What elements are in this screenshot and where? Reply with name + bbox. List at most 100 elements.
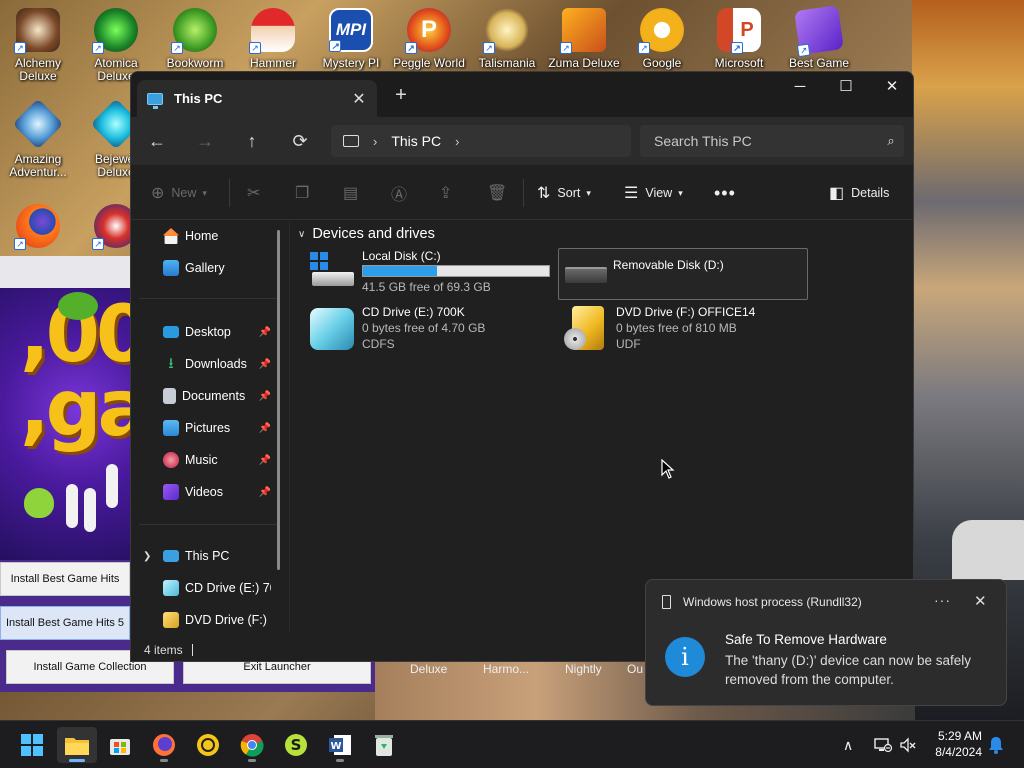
frog-art (58, 292, 98, 320)
taskbar-recycle[interactable] (364, 727, 404, 763)
desktop-shortcut[interactable]: ↗ Google (626, 8, 698, 70)
drive-dvd-f[interactable]: DVD Drive (F:) OFFICE14 0 bytes free of … (562, 304, 808, 356)
chevron-right-icon[interactable]: ❯ (143, 551, 151, 562)
file-explorer-icon (65, 738, 89, 755)
new-button[interactable]: ⊕ New ▾ (151, 179, 207, 207)
drive-removable-disk-d[interactable]: Removable Disk (D:) (558, 248, 808, 300)
more-options-button[interactable]: ••• (714, 179, 736, 207)
disk-usage-fill (363, 266, 438, 276)
volume-button[interactable] (900, 721, 916, 768)
cut-button[interactable]: ✂ (247, 179, 267, 207)
start-button[interactable] (12, 727, 52, 763)
network-button[interactable] (874, 721, 892, 768)
dvd-drive-large-icon (562, 304, 610, 350)
details-button[interactable]: ◧ Details (829, 179, 889, 207)
drive-local-disk-c[interactable]: Local Disk (C:) 41.5 GB free of 69.3 GB (308, 248, 554, 300)
sidebar-item-this-pc[interactable]: ❯ This PC (143, 544, 271, 568)
sidebar-item-music[interactable]: Music 📌 (163, 448, 271, 472)
sidebar-item-dvd-drive[interactable]: ❯ DVD Drive (F:) O (163, 608, 271, 632)
taskbar-store[interactable] (100, 727, 140, 763)
desktop-shortcut[interactable]: ↗ Zuma Deluxe (548, 8, 620, 70)
back-button[interactable]: ← (143, 129, 171, 153)
notification-toast[interactable]: Windows host process (Rundll32) ··· ✕ i … (645, 579, 1007, 706)
up-button[interactable]: ↑ (238, 129, 266, 153)
cd-drive-icon (163, 580, 179, 596)
sidebar-item-label: Videos (185, 485, 223, 499)
install-best-game-hits-5-button[interactable]: Install Best Game Hits 5 (0, 606, 130, 640)
taskbar-chrome[interactable] (232, 727, 272, 763)
forward-button[interactable]: → (191, 129, 219, 153)
sidebar-item-downloads[interactable]: ⭳ Downloads 📌 (163, 352, 271, 376)
breadcrumb-this-pc[interactable]: This PC (391, 133, 441, 149)
pin-icon[interactable]: 📌 (259, 327, 271, 338)
taskbar-s-app[interactable]: S (276, 727, 316, 763)
install-best-game-hits-button[interactable]: Install Best Game Hits (0, 562, 130, 596)
pin-icon[interactable]: 📌 (259, 455, 271, 466)
desktop-shortcut[interactable]: ↗ Best Game (783, 5, 855, 70)
this-pc-icon (147, 92, 163, 109)
show-hidden-icons-button[interactable]: ∧ (843, 721, 853, 768)
taskbar-word[interactable]: W (320, 727, 360, 763)
chevron-right-icon[interactable]: › (455, 134, 459, 149)
share-button[interactable]: ⇪ (439, 179, 459, 207)
desktop-shortcut[interactable]: ↗ Alchemy Deluxe (2, 8, 74, 83)
sidebar-item-documents[interactable]: Documents 📌 (163, 384, 271, 408)
sidebar-item-label: Documents (182, 389, 246, 403)
download-icon: ⭳ (168, 355, 174, 372)
chevron-down-icon: ▾ (586, 187, 591, 198)
peggle-icon: P ↗ (405, 8, 451, 54)
maximize-button[interactable]: ☐ (823, 72, 869, 104)
close-tab-icon[interactable]: ✕ (347, 89, 371, 109)
chevron-up-icon: ∧ (843, 736, 854, 753)
search-input[interactable] (654, 133, 878, 149)
desktop-shortcut[interactable]: P ↗ Microsoft (703, 8, 775, 70)
desktop-shortcut[interactable]: P ↗ Peggle World (393, 8, 465, 70)
close-window-button[interactable]: ✕ (869, 72, 913, 104)
refresh-button[interactable]: ⟳ (286, 129, 314, 153)
clock[interactable]: 5:29 AM 8/4/2024 (920, 728, 982, 760)
desktop-shortcut[interactable]: MPI ↗ Mystery PI (315, 8, 387, 70)
rename-button[interactable]: Ⓐ (391, 179, 414, 207)
desktop-shortcut[interactable]: ↗ Hammer (237, 8, 309, 70)
mouse-pointer-icon (661, 459, 675, 479)
new-tab-button[interactable]: + (389, 84, 413, 108)
more-options-icon[interactable]: ··· (934, 592, 951, 608)
search-icon[interactable]: ⌕ (878, 133, 904, 149)
tab-this-pc[interactable]: This PC ✕ (137, 80, 377, 117)
devices-and-drives-group[interactable]: ∨ Devices and drives (298, 226, 435, 242)
sidebar-item-desktop[interactable]: Desktop 📌 (163, 320, 271, 344)
desktop-shortcut[interactable]: Amazing Adventur... (2, 98, 74, 179)
close-toast-icon[interactable]: ✕ (974, 592, 987, 610)
copy-button[interactable]: ❐ (295, 179, 316, 207)
pin-icon[interactable]: 📌 (259, 487, 271, 498)
view-button[interactable]: ☰ View ▾ (624, 179, 683, 207)
drive-cd-e[interactable]: CD Drive (E:) 700K 0 bytes free of 4.70 … (308, 304, 554, 356)
pin-icon[interactable]: 📌 (259, 359, 271, 370)
paste-button[interactable]: ▤ (343, 179, 365, 207)
pin-icon[interactable]: 📌 (259, 423, 271, 434)
search-box[interactable]: ⌕ (640, 125, 904, 157)
sidebar-scrollbar[interactable] (277, 230, 280, 570)
local-disk-icon (308, 248, 356, 294)
taskbar-firefox[interactable] (144, 727, 184, 763)
sidebar-item-home[interactable]: Home (163, 224, 271, 248)
desktop-shortcut[interactable]: ↗ Bookworm (159, 8, 231, 70)
banner-art: ,00 ,ga (20, 290, 130, 454)
sidebar-item-gallery[interactable]: Gallery (163, 256, 271, 280)
sidebar-item-cd-drive[interactable]: ❯ CD Drive (E:) 700 (163, 576, 271, 600)
sort-button[interactable]: ⇅ Sort ▾ (537, 179, 591, 207)
minimize-button[interactable]: ─ (777, 72, 823, 104)
chevron-right-icon[interactable]: › (373, 134, 377, 149)
sidebar-item-pictures[interactable]: Pictures 📌 (163, 416, 271, 440)
sidebar-item-videos[interactable]: Videos 📌 (163, 480, 271, 504)
taskbar-norton[interactable] (188, 727, 228, 763)
divider (523, 179, 524, 207)
notifications-button[interactable] (988, 721, 1004, 768)
tab-title: This PC (174, 91, 223, 106)
desktop-shortcut[interactable]: ↗ Talismania (471, 8, 543, 70)
taskbar-file-explorer[interactable] (57, 727, 97, 763)
delete-button[interactable]: 🗑 (487, 179, 514, 207)
pin-icon[interactable]: 📌 (259, 391, 271, 402)
address-bar[interactable]: › This PC › (331, 125, 631, 157)
desktop-shortcut[interactable]: ↗ (2, 204, 74, 250)
